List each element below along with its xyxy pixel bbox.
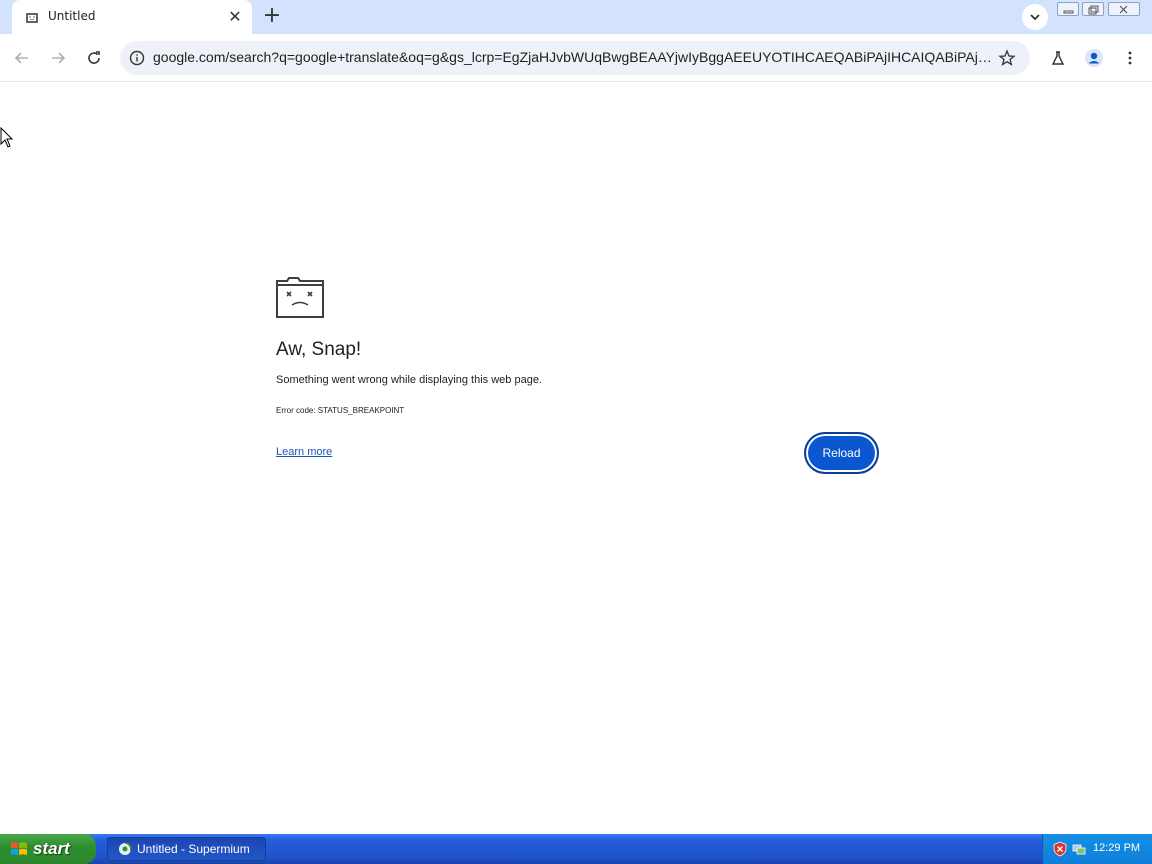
- sad-tab-favicon-icon: [25, 10, 39, 24]
- forward-arrow-icon: [52, 52, 66, 64]
- windows-logo-icon: [11, 842, 27, 855]
- minimize-button[interactable]: [1057, 2, 1079, 16]
- labs-button[interactable]: [1046, 46, 1070, 70]
- network-icon[interactable]: [1071, 841, 1087, 857]
- minimize-icon: [1063, 10, 1074, 14]
- tab-untitled[interactable]: Untitled ✕: [12, 0, 252, 34]
- system-tray: 12:29 PM: [1042, 834, 1152, 864]
- back-arrow-icon: [14, 52, 28, 64]
- reload-toolbar-button[interactable]: [82, 46, 106, 70]
- mouse-cursor-icon: [0, 127, 14, 148]
- restore-icon: [1088, 5, 1099, 15]
- reload-button[interactable]: Reload: [804, 432, 879, 474]
- back-button[interactable]: [10, 46, 34, 70]
- profile-button[interactable]: [1082, 46, 1106, 70]
- learn-more-link[interactable]: Learn more: [276, 446, 332, 458]
- start-label: start: [33, 839, 70, 858]
- tab-strip: Untitled ✕ +: [0, 0, 1152, 34]
- refresh-icon: [88, 51, 100, 64]
- chevron-down-icon: [1030, 14, 1040, 21]
- site-info-icon[interactable]: [128, 49, 146, 67]
- taskbar-clock: 12:29 PM: [1093, 842, 1141, 854]
- new-tab-icon[interactable]: +: [260, 5, 284, 29]
- sad-folder-icon: [276, 277, 324, 318]
- tab-close-icon[interactable]: ✕: [226, 8, 244, 26]
- start-button[interactable]: start: [0, 834, 96, 864]
- taskbar: start Untitled - Supermium 12:29 PM: [0, 834, 1152, 864]
- kebab-menu-icon: [1128, 51, 1132, 65]
- tab-search-button[interactable]: [1022, 4, 1048, 30]
- page-content: Aw, Snap! Something went wrong while dis…: [0, 83, 1152, 834]
- restore-button[interactable]: [1082, 2, 1104, 16]
- error-message: Something went wrong while displaying th…: [276, 374, 542, 386]
- profile-avatar-icon: [1085, 49, 1103, 67]
- taskbar-item-supermium[interactable]: Untitled - Supermium: [107, 837, 266, 861]
- flask-icon: [1051, 51, 1065, 65]
- address-url[interactable]: google.com/search?q=google+translate&oq=…: [153, 49, 993, 65]
- address-bar[interactable]: google.com/search?q=google+translate&oq=…: [120, 41, 1030, 75]
- error-heading: Aw, Snap!: [276, 339, 362, 360]
- tab-title: Untitled: [48, 9, 96, 23]
- supermium-app-icon: [119, 842, 132, 855]
- forward-button[interactable]: [46, 46, 70, 70]
- browser-toolbar: google.com/search?q=google+translate&oq=…: [0, 34, 1152, 82]
- security-shield-icon[interactable]: [1052, 841, 1068, 857]
- error-code: Error code: STATUS_BREAKPOINT: [276, 406, 405, 415]
- taskbar-item-label: Untitled - Supermium: [137, 842, 250, 856]
- bookmark-star-icon[interactable]: [998, 49, 1016, 67]
- menu-button[interactable]: [1118, 46, 1142, 70]
- close-window-icon: [1119, 5, 1128, 14]
- close-window-button[interactable]: [1108, 2, 1140, 16]
